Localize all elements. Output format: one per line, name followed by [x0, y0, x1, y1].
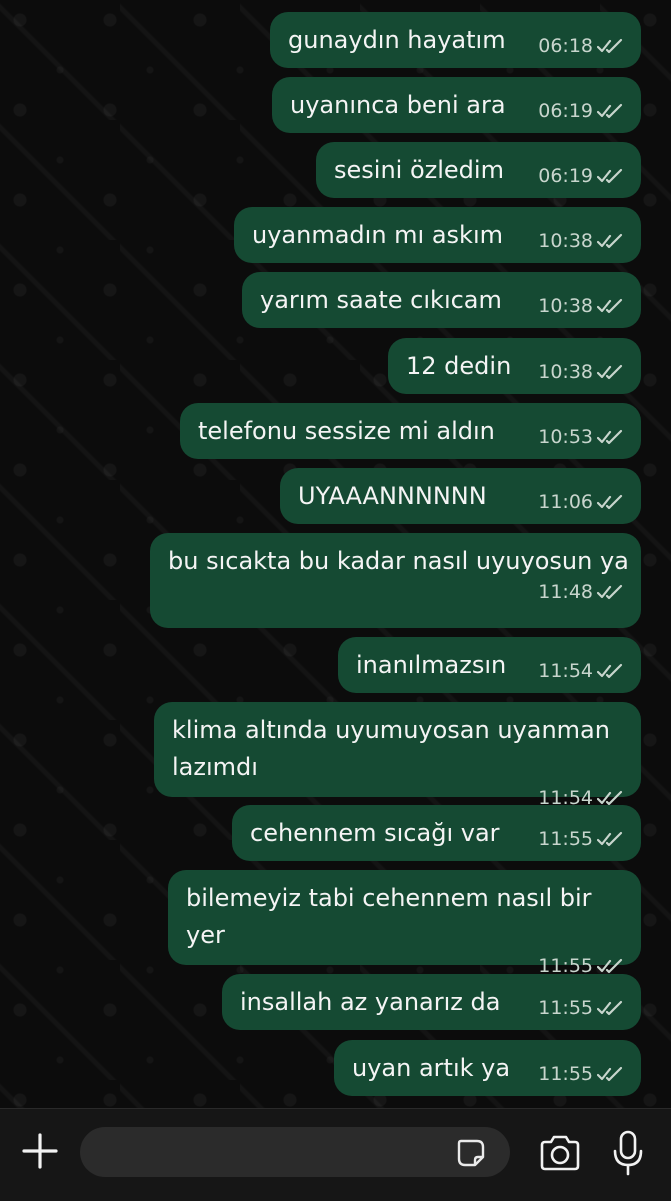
double-check-icon [597, 831, 623, 847]
double-check-icon [597, 429, 623, 445]
double-check-icon [597, 103, 623, 119]
message-time: 11:55 [538, 828, 593, 850]
sticker-icon[interactable] [456, 1138, 486, 1168]
message-bubble[interactable]: UYAAANNNNNN 11:06 [280, 468, 641, 524]
message-bubble[interactable]: klima altında uyumuyosan uyanman lazımdı… [154, 702, 641, 809]
message-time: 10:38 [538, 230, 593, 252]
message-meta: 11:54 [538, 659, 623, 683]
message-bubble[interactable]: uyanınca beni ara 06:19 [272, 77, 641, 133]
message-meta: 10:38 [538, 229, 623, 253]
double-check-icon [597, 958, 623, 974]
double-check-icon [597, 38, 623, 54]
message-time: 11:55 [538, 997, 593, 1019]
message-time: 11:48 [538, 581, 593, 603]
message-bubble[interactable]: cehennem sıcağı var 11:55 [232, 805, 641, 861]
message-text: UYAAANNNNNN [298, 482, 487, 510]
message-bubble[interactable]: yarım saate cıkıcam 10:38 [242, 272, 641, 328]
double-check-icon [597, 790, 623, 806]
message-text: 12 dedin [406, 352, 512, 380]
message-bubble[interactable]: gunaydın hayatım 06:18 [270, 12, 641, 68]
message-meta: 10:38 [538, 294, 623, 318]
message-meta: 11:48 [182, 580, 623, 604]
message-bubble[interactable]: uyan artık ya 11:55 [334, 1040, 641, 1096]
message-text: telefonu sessize mi aldın [198, 417, 495, 445]
double-check-icon [597, 233, 623, 249]
message-text: bu sıcakta bu kadar nasıl uyuyosun ya [168, 547, 629, 575]
message-text: uyan artık ya [352, 1054, 511, 1082]
message-meta: 11:06 [538, 490, 623, 514]
message-meta: 11:55 [538, 996, 623, 1020]
message-text: inanılmazsın [356, 651, 507, 679]
message-bubble[interactable]: sesini özledim 06:19 [316, 142, 641, 198]
message-text: gunaydın hayatım [288, 26, 506, 54]
message-text: sesini özledim [334, 156, 504, 184]
message-time: 06:18 [538, 35, 593, 57]
message-text: yarım saate cıkıcam [260, 286, 502, 314]
message-text: uyanınca beni ara [290, 91, 506, 119]
double-check-icon [597, 364, 623, 380]
message-bubble[interactable]: uyanmadın mı askım 10:38 [234, 207, 641, 263]
message-bubble[interactable]: bilemeyiz tabi cehennem nasıl bir yer 11… [168, 870, 641, 977]
message-time: 10:38 [538, 361, 593, 383]
message-meta: 11:55 [538, 1062, 623, 1086]
message-bubble[interactable]: 12 dedin 10:38 [388, 338, 641, 394]
message-time: 10:53 [538, 426, 593, 448]
double-check-icon [597, 584, 623, 600]
camera-icon[interactable] [538, 1133, 582, 1173]
message-time: 06:19 [538, 100, 593, 122]
chat-area[interactable]: gunaydın hayatım 06:18 uyanınca beni ara… [0, 0, 671, 1108]
message-time: 10:38 [538, 295, 593, 317]
message-text: klima altında uyumuyosan uyanman lazımdı [172, 716, 618, 781]
message-meta: 06:19 [538, 99, 623, 123]
message-bubble[interactable]: insallah az yanarız da 11:55 [222, 974, 641, 1030]
double-check-icon [597, 1066, 623, 1082]
double-check-icon [597, 168, 623, 184]
double-check-icon [597, 298, 623, 314]
message-meta: 06:19 [538, 164, 623, 188]
message-time: 11:06 [538, 491, 593, 513]
message-text: uyanmadın mı askım [252, 221, 503, 249]
message-meta: 10:53 [538, 425, 623, 449]
message-composer [0, 1108, 671, 1201]
message-text: bilemeyiz tabi cehennem nasıl bir yer [186, 884, 600, 949]
message-input[interactable] [80, 1127, 510, 1177]
message-time: 11:54 [538, 660, 593, 682]
message-time: 11:55 [538, 1063, 593, 1085]
message-bubble[interactable]: inanılmazsın 11:54 [338, 637, 641, 693]
message-meta: 10:38 [538, 360, 623, 384]
message-bubble[interactable]: telefonu sessize mi aldın 10:53 [180, 403, 641, 459]
message-meta: 11:55 [538, 827, 623, 851]
message-time: 06:19 [538, 165, 593, 187]
microphone-icon[interactable] [612, 1129, 644, 1177]
double-check-icon [597, 494, 623, 510]
message-text: insallah az yanarız da [240, 988, 501, 1016]
message-meta: 06:18 [538, 34, 623, 58]
double-check-icon [597, 663, 623, 679]
message-bubble[interactable]: bu sıcakta bu kadar nasıl uyuyosun ya 11… [150, 533, 641, 628]
double-check-icon [597, 1000, 623, 1016]
message-text: cehennem sıcağı var [250, 819, 500, 847]
plus-icon[interactable] [20, 1131, 60, 1171]
